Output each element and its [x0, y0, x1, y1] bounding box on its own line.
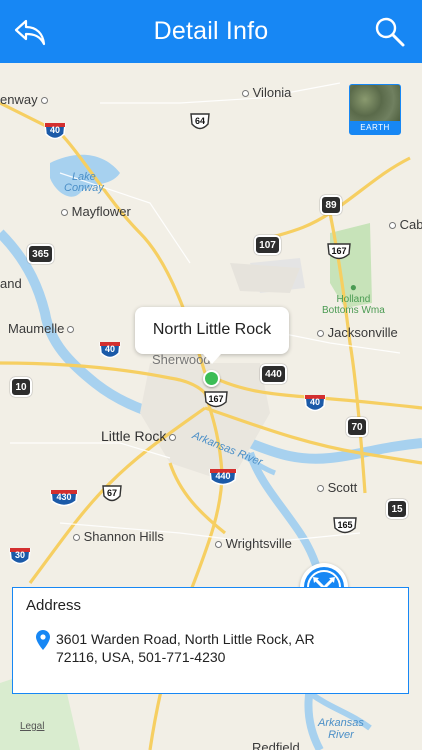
address-text[interactable]: 3601 Warden Road, North Little Rock, AR … — [56, 630, 356, 666]
map-pin-icon[interactable] — [203, 370, 220, 387]
place-label: Little Rock — [101, 428, 177, 444]
place-label: Jacksonville — [314, 325, 398, 340]
state-route-shield: 10 — [10, 377, 32, 397]
satellite-thumbnail — [350, 85, 400, 121]
callout-title: North Little Rock — [152, 321, 272, 338]
header-bar: Detail Info — [0, 0, 422, 63]
place-label: Vilonia — [239, 85, 291, 100]
earth-label: EARTH — [350, 121, 400, 134]
location-pin-icon — [36, 630, 50, 650]
place-label: Sherwood — [152, 352, 211, 367]
state-route-shield: 107 — [254, 235, 281, 255]
interstate-shield: 40 — [99, 341, 121, 361]
state-route-shield: 70 — [346, 417, 368, 437]
place-label: Mayflower — [58, 204, 131, 219]
place-label: Scott — [314, 480, 357, 495]
us-route-shield: 167 — [326, 241, 352, 263]
place-label: Shannon Hills — [70, 529, 164, 544]
callout-tail — [203, 354, 221, 364]
address-panel: Address 3601 Warden Road, North Little R… — [12, 587, 409, 694]
place-label: Wrightsville — [212, 536, 292, 551]
interstate-shield: 40 — [304, 394, 326, 414]
us-route-shield: 67 — [101, 483, 123, 505]
interstate-shield: 430 — [50, 489, 78, 509]
location-callout[interactable]: North Little Rock — [135, 307, 289, 364]
place-label: Cabo — [386, 217, 422, 232]
us-route-shield: 64 — [189, 111, 211, 133]
state-route-shield: 15 — [386, 499, 408, 519]
lake-label: Lake Conway — [64, 171, 104, 194]
page-title: Detail Info — [153, 17, 269, 45]
us-route-shield: 165 — [332, 515, 358, 537]
legal-link[interactable]: Legal — [20, 721, 44, 732]
place-label: Redfield — [252, 740, 300, 750]
place-label: Maumelle — [8, 321, 75, 336]
park-label: ● Holland Bottoms Wma — [322, 280, 385, 316]
interstate-shield: 30 — [9, 547, 31, 567]
interstate-shield: 40 — [44, 122, 66, 142]
us-route-shield: 167 — [203, 389, 229, 411]
river-label: Arkansas River — [318, 717, 364, 741]
state-route-shield: 89 — [320, 195, 342, 215]
earth-view-toggle[interactable]: EARTH — [349, 84, 401, 135]
interstate-shield: 440 — [209, 468, 237, 488]
address-heading: Address — [26, 597, 82, 614]
place-label: enway — [0, 92, 48, 107]
state-route-shield: 365 — [27, 244, 54, 264]
state-route-shield: 440 — [260, 364, 287, 384]
search-icon[interactable] — [372, 14, 408, 50]
place-label: and — [0, 276, 22, 291]
